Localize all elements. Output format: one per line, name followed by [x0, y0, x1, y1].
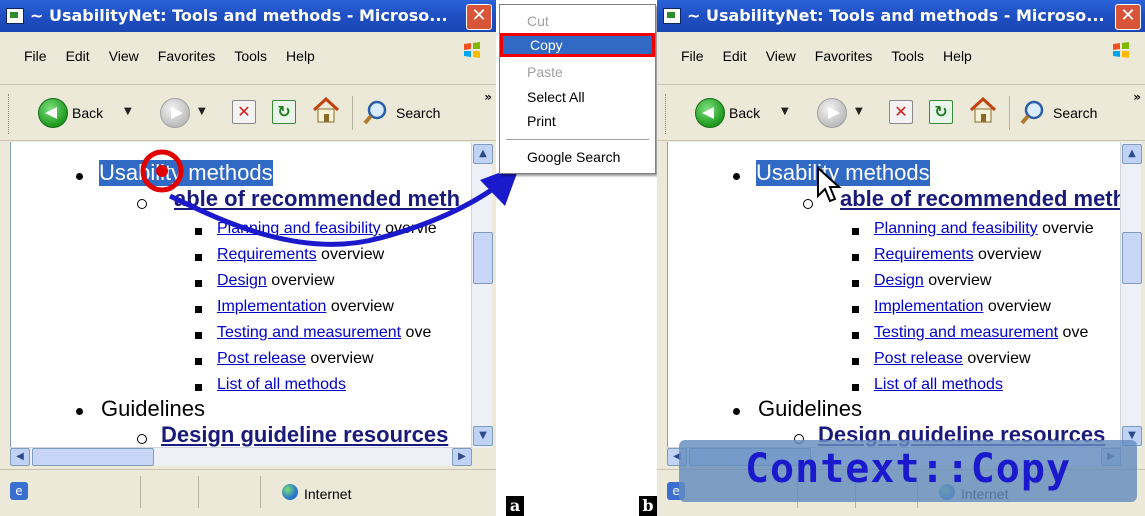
- context-copy-overlay: Context::Copy: [679, 440, 1137, 502]
- mouse-cursor-icon: [817, 166, 842, 203]
- design-link[interactable]: Design: [874, 272, 924, 289]
- list-item: Post release overview: [874, 350, 1031, 367]
- context-menu-cut[interactable]: Cut: [500, 9, 655, 33]
- forward-arrow-icon[interactable]: [817, 98, 847, 128]
- menu-favorites[interactable]: Favorites: [815, 48, 873, 64]
- menu-help[interactable]: Help: [943, 48, 972, 64]
- list-bullet: [852, 254, 859, 261]
- list-item: Planning and feasibility overvie: [874, 220, 1094, 237]
- browser-window: ~ UsabilityNet: Tools and methods - Micr…: [657, 0, 1145, 516]
- list-item: List of all methods: [874, 376, 1003, 394]
- back-arrow-icon[interactable]: [695, 98, 725, 128]
- ie-window-icon: [663, 8, 681, 24]
- heading-table-of-recommended-methods[interactable]: able of recommended meth: [840, 186, 1121, 212]
- list-item: Implementation overview: [874, 298, 1051, 315]
- context-menu-google-search[interactable]: Google Search: [500, 145, 655, 169]
- red-highlight-dot: [156, 165, 168, 177]
- context-menu: Cut Copy Paste Select All Print Google S…: [499, 4, 656, 174]
- menu-view[interactable]: View: [766, 48, 796, 64]
- panel-label-b: b: [639, 496, 657, 516]
- list-bullet: [852, 384, 859, 391]
- selected-text-usability-methods[interactable]: Usability methods: [756, 160, 930, 186]
- context-menu-separator: [506, 139, 649, 140]
- blue-arrow-path: [168, 178, 507, 247]
- toolbar-grip[interactable]: [665, 94, 669, 134]
- toolbar-separator: [1009, 96, 1010, 130]
- close-button[interactable]: ✕: [1115, 4, 1141, 30]
- forward-dropdown-icon[interactable]: ▼: [855, 106, 863, 117]
- post-release-link[interactable]: Post release: [874, 350, 963, 367]
- scroll-thumb[interactable]: [1122, 232, 1142, 284]
- home-icon[interactable]: [967, 96, 999, 124]
- title-bar[interactable]: ~ UsabilityNet: Tools and methods - Micr…: [657, 0, 1145, 32]
- context-copy-label: Context::Copy: [744, 446, 1072, 492]
- testing-link[interactable]: Testing and measurement: [874, 324, 1058, 341]
- window-title: ~ UsabilityNet: Tools and methods - Micr…: [687, 6, 1105, 25]
- list-bullet: [852, 280, 859, 287]
- list-bullet: [733, 408, 740, 415]
- menu-bar: File Edit View Favorites Tools Help: [657, 32, 1145, 85]
- stop-icon[interactable]: ✕: [889, 100, 913, 124]
- guidelines-heading: Guidelines: [758, 396, 862, 421]
- list-bullet: [852, 228, 859, 235]
- toolbar-overflow-icon[interactable]: »: [1133, 90, 1141, 104]
- menu-edit[interactable]: Edit: [723, 48, 747, 64]
- implementation-link[interactable]: Implementation: [874, 298, 983, 315]
- toolbar: Back ▼ ▼ ✕ ↻ Search »: [657, 86, 1145, 141]
- vertical-scrollbar[interactable]: ▲ ▼: [1120, 142, 1142, 448]
- context-menu-paste[interactable]: Paste: [500, 60, 655, 84]
- windows-logo-icon: [1113, 42, 1129, 58]
- list-item: Design overview: [874, 272, 992, 289]
- context-menu-select-all[interactable]: Select All: [500, 85, 655, 109]
- context-menu-print[interactable]: Print: [500, 109, 655, 133]
- requirements-link[interactable]: Requirements: [874, 246, 974, 263]
- menu-tools[interactable]: Tools: [891, 48, 924, 64]
- back-label[interactable]: Back: [729, 105, 760, 121]
- back-dropdown-icon[interactable]: ▼: [781, 106, 789, 117]
- list-bullet: [852, 306, 859, 313]
- refresh-icon[interactable]: ↻: [929, 100, 953, 124]
- search-label[interactable]: Search: [1053, 105, 1097, 121]
- list-item: Testing and measurement ove: [874, 324, 1089, 341]
- search-icon[interactable]: [1019, 98, 1047, 126]
- all-methods-link[interactable]: List of all methods: [874, 376, 1003, 393]
- page-content: Usability methods able of recommended me…: [667, 142, 1121, 448]
- list-item: Requirements overview: [874, 246, 1042, 263]
- list-bullet: [852, 332, 859, 339]
- menu-file[interactable]: File: [681, 48, 704, 64]
- list-bullet: [803, 199, 813, 209]
- list-bullet: [852, 358, 859, 365]
- list-bullet: [733, 173, 740, 180]
- table-of-recommended-methods-link[interactable]: able of recommended meth: [840, 186, 1121, 211]
- panel-b: ~ UsabilityNet: Tools and methods - Micr…: [657, 0, 1145, 516]
- context-menu-copy[interactable]: Copy: [500, 33, 655, 57]
- scroll-up-icon[interactable]: ▲: [1122, 144, 1142, 164]
- planning-link[interactable]: Planning and feasibility: [874, 220, 1038, 237]
